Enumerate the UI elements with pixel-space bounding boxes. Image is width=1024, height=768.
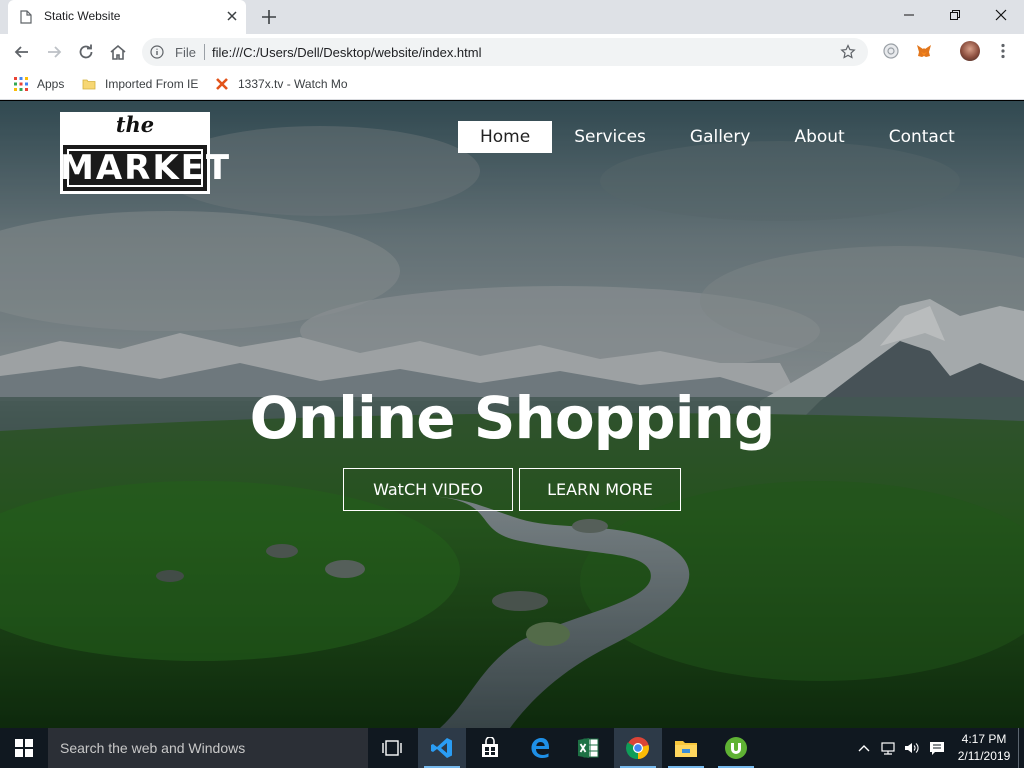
hero-headline: Online Shopping [249, 384, 776, 452]
home-icon[interactable] [108, 42, 128, 62]
nav-services[interactable]: Services [552, 121, 668, 153]
tab-title: Static Website [44, 9, 121, 23]
close-icon [995, 9, 1007, 21]
clock-time: 4:17 PM [961, 732, 1007, 746]
task-view-icon [382, 740, 402, 756]
bookmark-apps[interactable]: Apps [14, 77, 64, 91]
restore-button[interactable] [932, 0, 978, 30]
show-desktop-button[interactable] [1018, 728, 1019, 768]
network-icon[interactable] [880, 740, 896, 756]
action-center-icon[interactable] [929, 740, 945, 756]
taskbar-store[interactable] [466, 728, 514, 768]
address-bar[interactable]: File file:///C:/Users/Dell/Desktop/websi… [142, 38, 868, 66]
apps-grid-icon [14, 77, 28, 91]
browser-toolbar: File file:///C:/Users/Dell/Desktop/websi… [0, 34, 1024, 70]
utorrent-icon [725, 737, 747, 759]
close-window-button[interactable] [978, 0, 1024, 30]
windows-logo-icon [15, 739, 33, 757]
profile-avatar[interactable] [960, 41, 980, 61]
bookmark-imported-from-ie[interactable]: Imported From IE [82, 77, 198, 91]
chrome-icon [626, 737, 649, 760]
excel-icon [578, 738, 599, 758]
taskbar-vscode[interactable] [418, 728, 466, 768]
close-tab-icon[interactable] [224, 8, 240, 24]
reload-icon[interactable] [76, 42, 96, 62]
watch-video-button[interactable]: WatCH VIDEO [343, 468, 513, 511]
clock-date: 2/11/2019 [957, 749, 1011, 763]
edge-icon [531, 738, 550, 758]
bookmark-label: Imported From IE [105, 77, 199, 91]
taskbar-utorrent[interactable] [712, 728, 760, 768]
restore-icon [950, 10, 960, 20]
url-text[interactable]: file:///C:/Users/Dell/Desktop/website/in… [212, 45, 481, 60]
taskbar-edge[interactable] [516, 728, 564, 768]
start-button[interactable] [0, 728, 48, 768]
bookmarks-bar: Apps Imported From IE 1337x.tv - Watch M… [0, 70, 1024, 100]
bookmark-1337x[interactable]: 1337x.tv - Watch Mo [215, 77, 351, 91]
minimize-button[interactable] [886, 0, 932, 30]
task-view-button[interactable] [368, 728, 416, 768]
metamask-fox-icon[interactable] [915, 42, 933, 60]
taskbar-file-explorer[interactable] [662, 728, 710, 768]
page-viewport: the MARKET Home Services Gallery About C… [0, 101, 1024, 728]
nav-gallery[interactable]: Gallery [668, 121, 773, 153]
folder-icon [82, 79, 96, 90]
search-placeholder: Search the web and Windows [60, 740, 246, 756]
scheme-label: File [175, 45, 196, 60]
forward-icon[interactable] [44, 42, 64, 62]
logo-the-text: the [115, 112, 155, 137]
back-icon[interactable] [12, 42, 32, 62]
omnibox-separator [204, 44, 205, 60]
extension-circle-icon[interactable] [882, 42, 900, 60]
file-explorer-icon [675, 741, 697, 757]
nav-about[interactable]: About [772, 121, 866, 153]
menu-kebab-icon[interactable] [994, 42, 1012, 60]
document-icon [20, 10, 32, 24]
windows-taskbar: Search the web and Windows 4:17 PM 2/11/… [0, 728, 1024, 768]
learn-more-button[interactable]: LEARN MORE [519, 468, 681, 511]
logo-market-text: MARKET [60, 148, 232, 188]
volume-icon[interactable] [903, 740, 919, 756]
taskbar-search[interactable]: Search the web and Windows [48, 728, 368, 768]
browser-tab[interactable]: Static Website [8, 0, 246, 34]
tab-strip: Static Website [0, 0, 1024, 34]
info-icon[interactable] [150, 45, 164, 59]
new-tab-icon[interactable] [260, 8, 278, 26]
site-logo[interactable]: the MARKET [60, 112, 232, 194]
bookmark-label: 1337x.tv - Watch Mo [238, 77, 348, 91]
bookmark-label: Apps [37, 77, 65, 91]
taskbar-clock[interactable]: 4:17 PM 2/11/2019 [952, 731, 1016, 765]
site-nav: Home Services Gallery About Contact [458, 121, 977, 153]
nav-contact[interactable]: Contact [867, 121, 977, 153]
bookmark-star-icon[interactable] [840, 44, 856, 60]
show-hidden-icons-chevron-icon[interactable] [856, 740, 872, 756]
taskbar-chrome[interactable] [614, 728, 662, 768]
nav-home[interactable]: Home [458, 121, 553, 153]
taskbar-excel[interactable] [564, 728, 612, 768]
1337x-favicon-icon [216, 78, 228, 90]
visual-studio-code-icon [431, 738, 452, 758]
minimize-icon [904, 14, 914, 16]
store-icon [482, 737, 498, 757]
